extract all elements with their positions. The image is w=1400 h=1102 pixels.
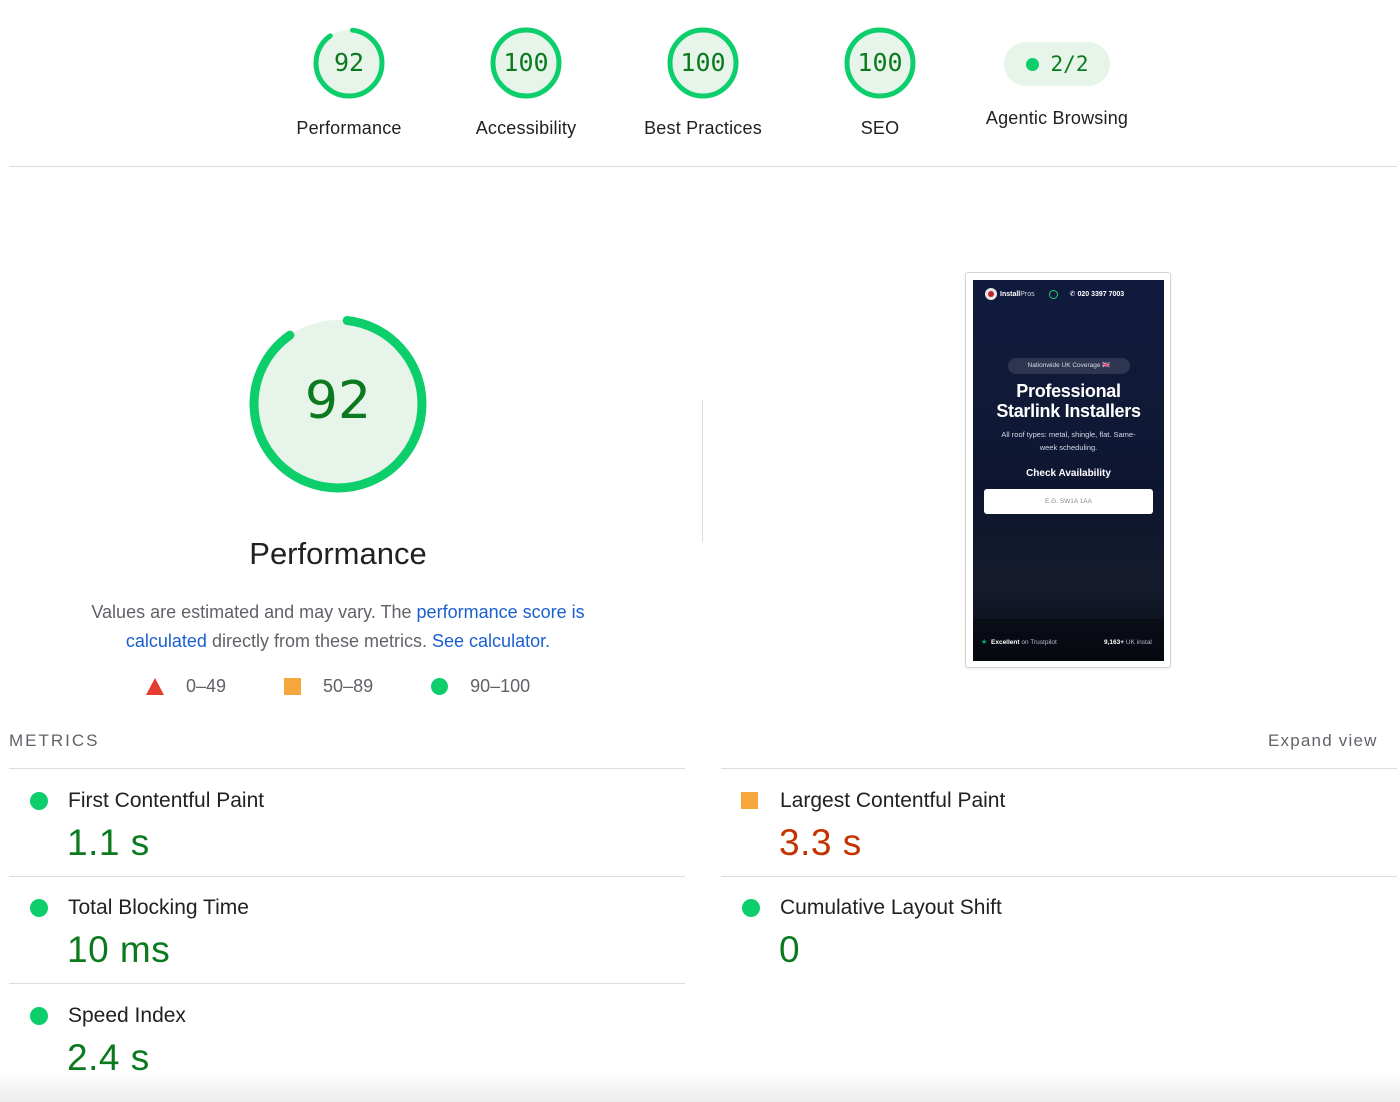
pass-circle-icon xyxy=(742,899,760,917)
circle-icon xyxy=(431,677,449,695)
final-screenshot-thumbnail[interactable]: InstallPros ✆ 020 3397 7003 Nationwide U… xyxy=(965,272,1171,668)
divider xyxy=(9,166,1397,167)
metric-largest-contentful-paint[interactable]: Largest Contentful Paint 3.3 s xyxy=(721,770,1381,876)
gauge-performance[interactable]: 92 Performance xyxy=(274,26,424,139)
expand-view-toggle[interactable]: Expand view xyxy=(1268,731,1378,751)
performance-summary: 92 Performance Values are estimated and … xyxy=(60,300,616,656)
score-gauges-row: 92 Performance 100 Accessibility 100 Bes… xyxy=(0,0,1400,166)
gauge-seo[interactable]: 100 SEO xyxy=(805,26,955,139)
metrics-header: METRICS xyxy=(9,731,100,750)
divider xyxy=(721,768,1397,769)
pass-circle-icon xyxy=(30,1007,48,1025)
gauge-label: Performance xyxy=(296,118,402,138)
brand-bold: Install xyxy=(1000,290,1021,298)
metric-name: Total Blocking Time xyxy=(68,896,249,919)
legend-range: 90–100 xyxy=(470,675,531,696)
legend-range: 50–89 xyxy=(323,675,374,696)
gauge-ring: 100 xyxy=(666,26,740,100)
preview-footer-bar: ★ Excellent on Trustpilot 9,163+ UK inst… xyxy=(973,619,1164,661)
divider xyxy=(9,768,685,769)
gauge-label: SEO xyxy=(860,118,900,138)
gauge-ring: 100 xyxy=(843,26,917,100)
performance-description: Values are estimated and may vary. The p… xyxy=(68,598,608,656)
gauge-ring: 92 xyxy=(312,26,386,100)
metric-name: First Contentful Paint xyxy=(68,789,265,812)
pass-circle-icon xyxy=(30,899,48,917)
preview-header: InstallPros ✆ 020 3397 7003 xyxy=(973,280,1164,308)
gauge-score: 100 xyxy=(857,48,903,77)
agentic-score-pill: 2/2 xyxy=(1004,42,1110,86)
hero-line: Professional xyxy=(1016,381,1121,401)
gauge-ring: 100 xyxy=(489,26,563,100)
metric-name: Speed Index xyxy=(68,1004,186,1027)
gauge-score: 2/2 xyxy=(1050,52,1089,76)
preview-check-availability: Check Availability xyxy=(1026,468,1111,479)
scroll-fade xyxy=(0,1072,1400,1102)
average-square-icon xyxy=(741,792,758,809)
brand-thin: Pros xyxy=(1020,290,1035,298)
gauge-score: 100 xyxy=(680,48,726,77)
whatsapp-icon xyxy=(1048,289,1058,299)
brand-logo-icon xyxy=(985,288,997,300)
legend-range: 0–49 xyxy=(186,675,227,696)
preview-phone: ✆ 020 3397 7003 xyxy=(1069,291,1125,298)
divider xyxy=(9,983,685,984)
preview-brand: InstallPros xyxy=(1000,291,1035,298)
metric-cumulative-layout-shift[interactable]: Cumulative Layout Shift 0 xyxy=(721,877,1381,983)
legend-pass: 90–100 xyxy=(423,676,530,697)
trustpilot-text: Excellent on Trustpilot xyxy=(991,639,1057,646)
performance-big-gauge: 92 xyxy=(246,312,430,496)
phone-number: 020 3397 7003 xyxy=(1077,291,1125,298)
metric-value: 3.3 s xyxy=(779,822,862,863)
legend-fail: 0–49 xyxy=(146,676,226,697)
gauge-label: Agentic Browsing xyxy=(985,108,1129,128)
preview-postcode-input: E.G. SW1A 1AA xyxy=(984,489,1153,514)
vertical-divider xyxy=(702,400,703,542)
mobile-page-preview: InstallPros ✆ 020 3397 7003 Nationwide U… xyxy=(973,280,1164,661)
performance-score: 92 xyxy=(304,371,372,431)
gauge-best-practices[interactable]: 100 Best Practices xyxy=(628,26,778,139)
trust-bold: Excellent xyxy=(991,639,1020,646)
star-icon: ★ xyxy=(981,639,988,646)
installs-count-text: 9,163+ UK instal xyxy=(1104,639,1152,646)
metric-name: Cumulative Layout Shift xyxy=(780,896,1002,919)
gauge-accessibility[interactable]: 100 Accessibility xyxy=(451,26,601,139)
preview-coverage-badge: Nationwide UK Coverage 🇬🇧 xyxy=(1008,358,1130,374)
pass-circle-icon xyxy=(30,792,48,810)
metric-value: 10 ms xyxy=(67,929,171,970)
triangle-icon xyxy=(146,677,164,695)
uk-rest: UK instal xyxy=(1124,639,1152,646)
metric-value: 0 xyxy=(779,929,801,970)
score-legend: 0–49 50–89 90–100 xyxy=(146,674,580,698)
gauge-label: Best Practices xyxy=(644,118,762,138)
square-icon xyxy=(284,677,302,695)
gauge-label: Accessibility xyxy=(475,118,577,138)
preview-hero-heading: Professional Starlink Installers xyxy=(973,381,1164,421)
uk-count: 9,163+ xyxy=(1104,639,1125,646)
gauge-score: 100 xyxy=(503,48,549,77)
trust-rest: on Trustpilot xyxy=(1019,639,1057,646)
description-text: directly from these metrics. xyxy=(206,631,433,651)
pass-dot-icon xyxy=(1025,57,1039,71)
description-text: Values are estimated and may vary. The xyxy=(91,602,417,622)
metric-value: 1.1 s xyxy=(67,822,150,863)
see-calculator-link[interactable]: See calculator. xyxy=(432,631,550,651)
metric-name: Largest Contentful Paint xyxy=(780,789,1006,812)
performance-title: Performance xyxy=(249,536,427,571)
metric-total-blocking-time[interactable]: Total Blocking Time 10 ms xyxy=(9,877,669,983)
preview-subtitle: All roof types: metal, shingle, flat. Sa… xyxy=(1001,430,1136,452)
gauge-agentic-browsing[interactable]: 2/2 Agentic Browsing xyxy=(982,26,1132,129)
gauge-score: 92 xyxy=(333,48,365,77)
hero-line: Starlink Installers xyxy=(996,401,1141,421)
legend-average: 50–89 xyxy=(276,676,373,697)
metric-first-contentful-paint[interactable]: First Contentful Paint 1.1 s xyxy=(9,770,669,876)
